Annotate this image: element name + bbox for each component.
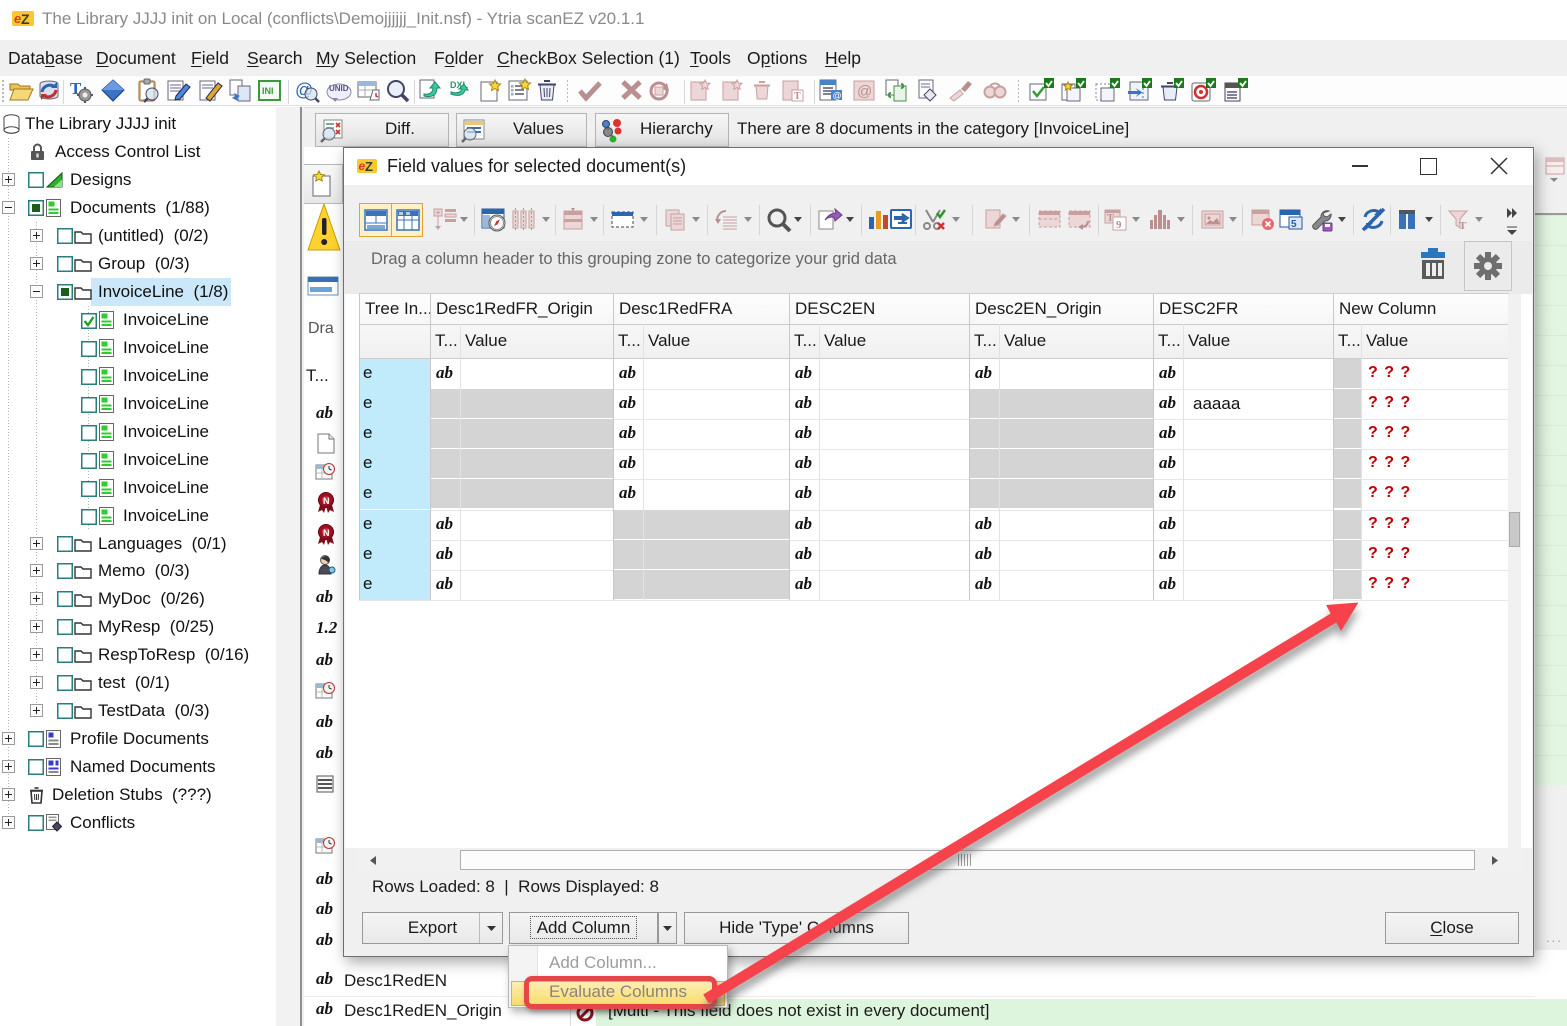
svg-text:N: N <box>323 496 330 506</box>
svg-text:Z: Z <box>21 11 30 27</box>
svg-text:@: @ <box>857 83 872 100</box>
svg-text:5: 5 <box>1291 219 1297 230</box>
svg-text:9: 9 <box>1116 219 1122 231</box>
svg-text:Z: Z <box>365 159 373 174</box>
svg-text:T: T <box>794 91 801 102</box>
svg-text:N: N <box>323 528 330 538</box>
svg-text:T: T <box>1107 213 1114 224</box>
svg-text:T: T <box>1459 220 1467 232</box>
svg-text:UNID: UNID <box>329 84 349 93</box>
svg-text:INI: INI <box>262 86 274 96</box>
svg-text:@: @ <box>833 91 842 101</box>
